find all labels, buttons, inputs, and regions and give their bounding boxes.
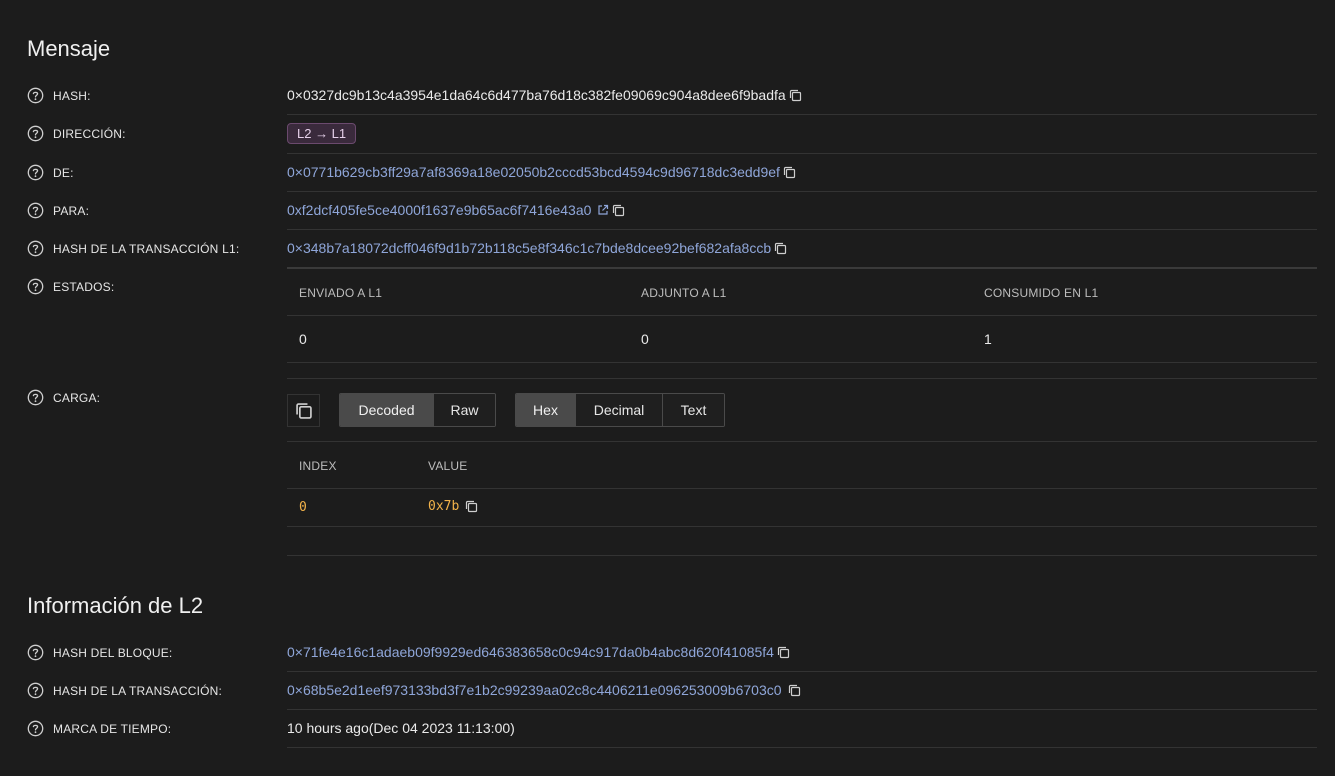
l1-tx-label: HASH DE LA TRANSACCIÓN L1:: [53, 241, 240, 256]
decimal-button[interactable]: Decimal: [576, 394, 663, 426]
payload-mode-toggle: Decoded Raw: [339, 393, 496, 427]
payload-row-value-cell: 0x7b: [428, 499, 478, 514]
tx-hash-label: HASH DE LA TRANSACCIÓN:: [53, 683, 223, 698]
question-circle-icon[interactable]: [27, 125, 44, 142]
payload-header-index: INDEX: [299, 459, 337, 473]
direction-badge: L2 → L1: [287, 123, 357, 144]
from-value-row: 0×0771b629cb3ff29a7af8369a18e02050b2cccd…: [287, 164, 796, 180]
direction-value-row: L2 → L1: [287, 123, 357, 144]
from-label: DE:: [53, 165, 74, 180]
block-hash-value-row: 0×71fe4e16c1adaeb09f9929ed646383658c0c94…: [287, 644, 790, 660]
hash-label-row: HASH:: [27, 87, 91, 104]
timestamp-date: Dec 04 2023 11:13:00: [373, 720, 511, 736]
to-value-row: 0xf2dcf405fe5ce4000f1637e9b65ac6f7416e43…: [287, 202, 625, 218]
block-hash-link[interactable]: 0×71fe4e16c1adaeb09f9929ed646383658c0c94…: [287, 644, 774, 660]
to-label-row: PARA:: [27, 202, 89, 219]
l1-tx-label-row: HASH DE LA TRANSACCIÓN L1:: [27, 240, 239, 257]
hash-value: 0×0327dc9b13c4a3954e1da64c6d477ba76d18c3…: [287, 87, 786, 103]
states-value-attached: 0: [641, 331, 649, 347]
tx-hash-label-row: HASH DE LA TRANSACCIÓN:: [27, 682, 222, 699]
raw-button[interactable]: Raw: [434, 394, 495, 426]
payload-header-value: VALUE: [428, 459, 468, 473]
payload-label: CARGA:: [53, 390, 101, 405]
divider: [287, 488, 1317, 489]
payload-row-value: 0x7b: [428, 499, 460, 514]
divider: [287, 191, 1317, 192]
question-circle-icon[interactable]: [27, 240, 44, 257]
tx-hash-value-row: 0×68b5e2d1eef973133bd3f7e1b2c99239aa02c8…: [287, 682, 801, 698]
direction-label: DIRECCIÓN:: [53, 126, 126, 141]
from-label-row: DE:: [27, 164, 74, 181]
states-label: ESTADOS:: [53, 279, 115, 294]
question-circle-icon[interactable]: [27, 682, 44, 699]
divider: [287, 229, 1317, 230]
text-button[interactable]: Text: [663, 394, 724, 426]
divider: [287, 315, 1317, 316]
question-circle-icon[interactable]: [27, 720, 44, 737]
states-value-sent: 0: [299, 331, 307, 347]
states-header-consumed: CONSUMIDO EN L1: [984, 286, 1099, 300]
from-address-link[interactable]: 0×0771b629cb3ff29a7af8369a18e02050b2cccd…: [287, 164, 780, 180]
to-label: PARA:: [53, 203, 90, 218]
tx-hash-link[interactable]: 0×68b5e2d1eef973133bd3f7e1b2c99239aa02c8…: [287, 682, 782, 698]
divider: [287, 555, 1317, 556]
payload-row-index: 0: [299, 500, 307, 515]
external-link-icon[interactable]: [597, 204, 609, 216]
divider: [287, 114, 1317, 115]
timestamp-label-row: MARCA DE TIEMPO:: [27, 720, 171, 737]
hex-button[interactable]: Hex: [516, 394, 576, 426]
question-circle-icon[interactable]: [27, 278, 44, 295]
copy-icon[interactable]: [783, 166, 796, 179]
states-header-attached: ADJUNTO A L1: [641, 286, 727, 300]
block-hash-label: HASH DEL BLOQUE:: [53, 645, 173, 660]
timestamp-relative: 10 hours ago: [287, 720, 369, 736]
divider: [287, 267, 1317, 269]
question-circle-icon[interactable]: [27, 164, 44, 181]
direction-label-row: DIRECCIÓN:: [27, 125, 126, 142]
l1-tx-hash-link[interactable]: 0×348b7a18072dcff046f9d1b72b118c5e8f346c…: [287, 240, 771, 256]
divider: [287, 747, 1317, 748]
payload-format-toggle: Hex Decimal Text: [515, 393, 725, 427]
divider: [287, 153, 1317, 154]
section-title-l2: Información de L2: [27, 593, 204, 618]
copy-icon[interactable]: [789, 89, 802, 102]
block-hash-label-row: HASH DEL BLOQUE:: [27, 644, 172, 661]
copy-icon[interactable]: [612, 204, 625, 217]
copy-icon[interactable]: [777, 646, 790, 659]
states-header-sent: ENVIADO A L1: [299, 286, 383, 300]
section-title-message: Mensaje: [27, 36, 111, 61]
to-address-link[interactable]: 0xf2dcf405fe5ce4000f1637e9b65ac6f7416e43…: [287, 202, 591, 218]
divider: [287, 362, 1317, 363]
hash-value-row: 0×0327dc9b13c4a3954e1da64c6d477ba76d18c3…: [287, 87, 802, 103]
question-circle-icon[interactable]: [27, 87, 44, 104]
timestamp-close-paren: ): [510, 720, 515, 736]
divider: [287, 378, 1317, 379]
divider: [287, 671, 1317, 672]
copy-icon[interactable]: [465, 500, 478, 513]
hash-label: HASH:: [53, 88, 91, 103]
timestamp-label: MARCA DE TIEMPO:: [53, 721, 172, 736]
payload-label-row: CARGA:: [27, 389, 100, 406]
question-circle-icon[interactable]: [27, 389, 44, 406]
copy-icon[interactable]: [788, 684, 801, 697]
timestamp-value-row: 10 hours ago(Dec 04 2023 11:13:00): [287, 720, 515, 736]
copy-icon: [295, 402, 313, 420]
copy-icon[interactable]: [774, 242, 787, 255]
copy-payload-button[interactable]: [287, 394, 320, 427]
states-value-consumed: 1: [984, 331, 992, 347]
decoded-button[interactable]: Decoded: [340, 394, 434, 426]
divider: [287, 441, 1317, 442]
divider: [287, 526, 1317, 527]
question-circle-icon[interactable]: [27, 202, 44, 219]
states-label-row: ESTADOS:: [27, 278, 114, 295]
question-circle-icon[interactable]: [27, 644, 44, 661]
divider: [287, 709, 1317, 710]
l1-tx-value-row: 0×348b7a18072dcff046f9d1b72b118c5e8f346c…: [287, 240, 787, 256]
